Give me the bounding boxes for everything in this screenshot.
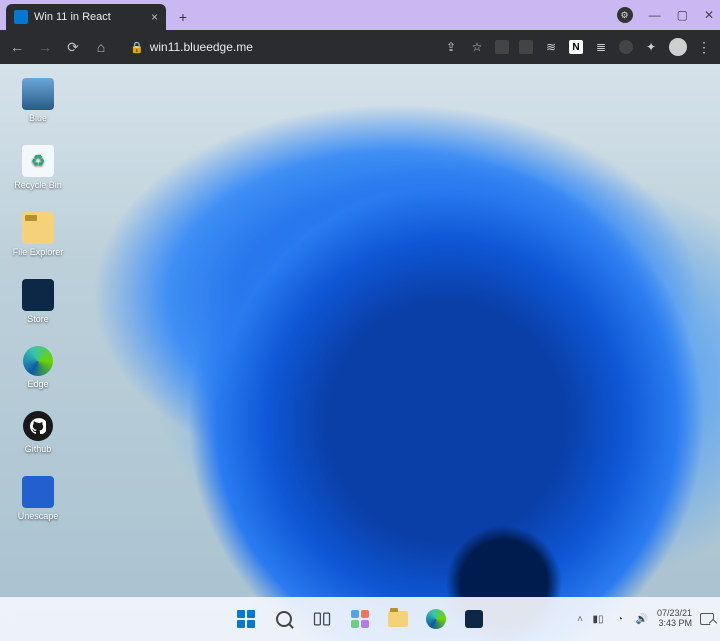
desktop-icon-label: Recycle Bin [14,180,62,190]
desktop-icon-grid: Blue ♻ Recycle Bin File Explorer Store E… [10,78,66,521]
widgets-icon [351,610,369,628]
desktop-icon-unescape[interactable]: Unescape [10,476,66,521]
browser-menu-button[interactable]: ⋮ [697,39,712,56]
star-icon[interactable]: ☆ [469,39,485,55]
desktop-icon-recycle-bin[interactable]: ♻ Recycle Bin [10,145,66,190]
desktop-icon-github[interactable]: Github [10,411,66,454]
nav-back-button[interactable]: ← [8,38,26,56]
profile-avatar[interactable] [669,38,687,56]
host-toolbar: ← → ⟳ ⌂ 🔒 win11.blueedge.me ⇪ ☆ ≋ N ≣ ✦ … [0,30,720,64]
host-tabstrip: Win 11 in React × + ⚙ — ▢ ✕ [0,0,720,30]
desktop-icon-label: Github [25,444,52,454]
list-ext-icon[interactable]: ≣ [593,39,609,55]
address-url: win11.blueedge.me [150,40,253,54]
window-maximize-button[interactable]: ▢ [677,8,688,22]
ext-icon-1[interactable] [495,40,509,54]
taskview-icon [312,609,332,629]
store-icon [22,279,54,311]
share-icon[interactable]: ⇪ [443,39,459,55]
edge-icon [23,346,53,376]
desktop-icon-label: File Explorer [13,247,64,257]
taskbar-file-explorer[interactable] [383,604,413,634]
this-pc-icon [22,78,54,110]
host-tab-active[interactable]: Win 11 in React × [6,4,166,30]
taskbar-store[interactable] [459,604,489,634]
desktop-icon-label: Unescape [18,511,59,521]
gear-icon[interactable]: ⚙ [617,7,633,23]
tray-datetime[interactable]: 07/23/21 3:43 PM [657,609,692,629]
desktop-icon-file-explorer[interactable]: File Explorer [10,212,66,257]
desktop-icon-label: Blue [29,113,47,123]
desktop-icon-label: Store [27,314,49,324]
file-explorer-icon [22,212,54,244]
ext-icon-2[interactable] [519,40,533,54]
nav-home-button[interactable]: ⌂ [92,38,110,56]
desktop-icon-store[interactable]: Store [10,279,66,324]
win11-desktop[interactable]: Blue ♻ Recycle Bin File Explorer Store E… [0,64,720,641]
notion-ext-icon[interactable]: N [569,40,583,54]
notifications-button[interactable] [700,613,714,625]
tray-time: 3:43 PM [658,619,692,629]
taskbar-search-button[interactable] [269,604,299,634]
tab-close-button[interactable]: × [151,10,158,24]
recycle-bin-icon: ♻ [22,145,54,177]
tab-favicon-icon [14,10,28,24]
window-close-button[interactable]: ✕ [704,8,714,22]
desktop-icon-edge[interactable]: Edge [10,346,66,389]
wallpaper-bloom [0,64,720,641]
file-explorer-icon [388,611,408,627]
start-button[interactable] [231,604,261,634]
taskbar-center [231,604,489,634]
store-icon [465,610,483,628]
address-bar[interactable]: 🔒 win11.blueedge.me [120,36,263,58]
host-browser-window: Win 11 in React × + ⚙ — ▢ ✕ ← → ⟳ ⌂ 🔒 wi… [0,0,720,641]
system-tray: ˄ ▮▯ ◔ 🔊 07/23/21 3:43 PM [577,597,714,641]
wifi-icon[interactable]: ◔ [613,612,627,626]
battery-icon[interactable]: ▮▯ [591,612,605,626]
host-window-controls: ⚙ — ▢ ✕ [617,0,714,30]
github-icon [23,411,53,441]
puzzle-ext-icon[interactable]: ✦ [643,39,659,55]
show-hidden-icons-button[interactable]: ˄ [577,614,583,625]
extension-icons: ⇪ ☆ ≋ N ≣ ✦ ⋮ [443,38,712,56]
window-minimize-button[interactable]: — [649,8,661,22]
new-tab-button[interactable]: + [172,6,194,28]
win11-taskbar: ˄ ▮▯ ◔ 🔊 07/23/21 3:43 PM [0,597,720,641]
taskview-button[interactable] [307,604,337,634]
start-icon [237,610,255,628]
lock-icon: 🔒 [130,41,144,54]
search-icon [276,611,292,627]
taskbar-edge[interactable] [421,604,451,634]
desktop-icon-label: Edge [27,379,48,389]
widgets-button[interactable] [345,604,375,634]
volume-icon[interactable]: 🔊 [635,612,649,626]
unescape-icon [22,476,54,508]
desktop-icon-blue[interactable]: Blue [10,78,66,123]
shield-ext-icon[interactable] [619,40,633,54]
nav-forward-button[interactable]: → [36,38,54,56]
edge-icon [426,609,446,629]
tab-title: Win 11 in React [34,11,111,23]
wifi-ext-icon[interactable]: ≋ [543,39,559,55]
nav-reload-button[interactable]: ⟳ [64,38,82,56]
